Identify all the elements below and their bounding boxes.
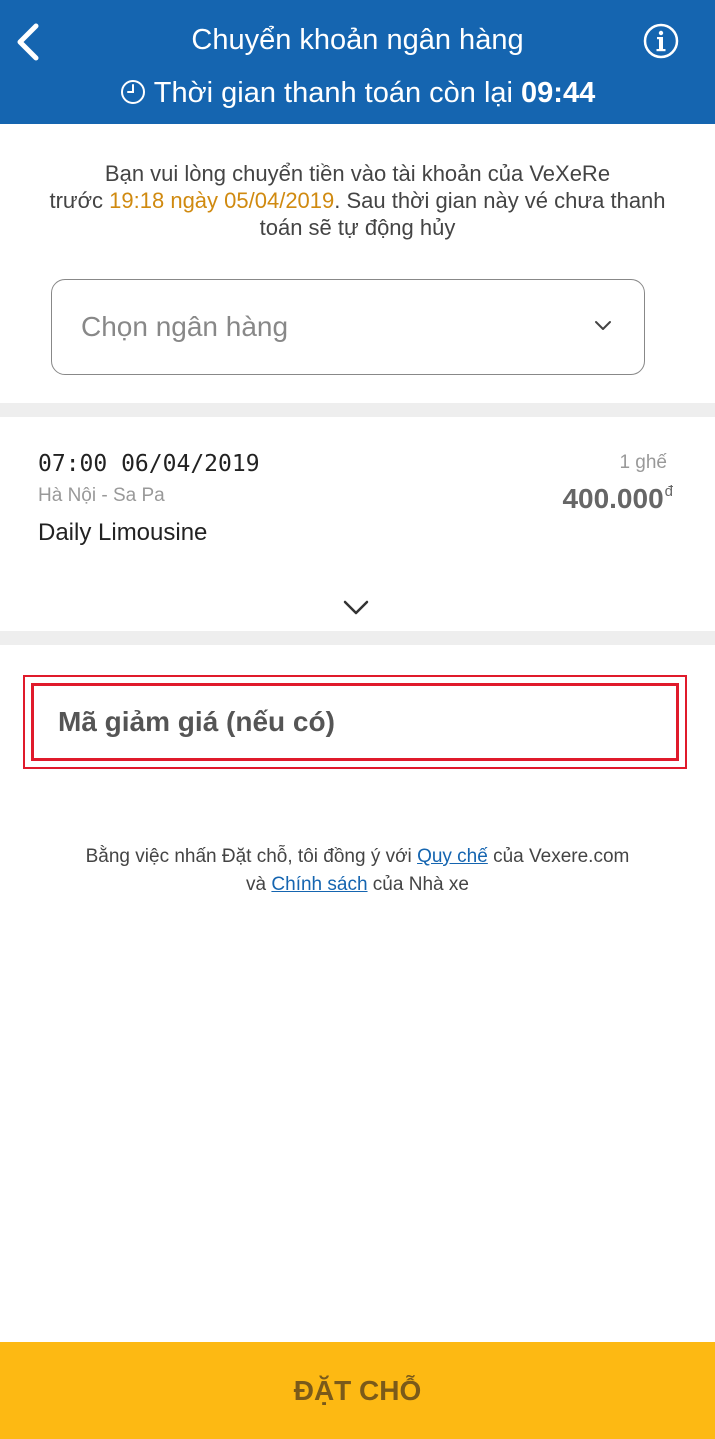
discount-highlight: [23, 675, 687, 769]
info-icon: [643, 23, 679, 59]
terms-link-chinh-sach[interactable]: Chính sách: [271, 874, 367, 895]
terms-line2-prefix: và: [246, 874, 272, 895]
section-divider: [0, 403, 715, 417]
notice-line1: Bạn vui lòng chuyển tiền vào tài khoản c…: [104, 161, 611, 186]
section-divider: [0, 631, 715, 645]
trip-company: Daily Limousine: [38, 519, 208, 546]
terms-middle: của Vexere.com: [487, 846, 630, 867]
payment-timer: Thời gian thanh toán còn lại 09:44: [0, 77, 715, 110]
book-button[interactable]: ĐẶT CHỖ: [0, 1342, 715, 1439]
info-button[interactable]: [642, 22, 680, 60]
bank-select-placeholder: Chọn ngân hàng: [81, 311, 289, 342]
trip-datetime: 07:00 06/04/2019: [38, 451, 260, 477]
timer-value: 09:44: [521, 77, 596, 109]
trip-route: Hà Nội - Sa Pa: [38, 485, 165, 506]
clock-icon: [120, 80, 145, 104]
trip-price: 400.000đ: [562, 483, 673, 515]
price-currency: đ: [664, 483, 673, 500]
seat-count: 1 ghế: [619, 452, 667, 473]
timer-label: Thời gian thanh toán còn lại: [153, 77, 513, 109]
expand-chevron-icon[interactable]: [343, 600, 369, 616]
discount-code-input[interactable]: [31, 683, 679, 761]
bank-select-dropdown[interactable]: Chọn ngân hàng: [51, 279, 645, 375]
terms-suffix: của Nhà xe: [367, 874, 469, 895]
price-value: 400.000: [562, 483, 664, 514]
terms-link-quy-che[interactable]: Quy chế: [417, 846, 488, 867]
notice-deadline: 19:18 ngày 05/04/2019: [109, 188, 335, 213]
terms-prefix: Bằng việc nhấn Đặt chỗ, tôi đồng ý với: [85, 846, 418, 867]
payment-notice: Bạn vui lòng chuyển tiền vào tài khoản c…: [40, 160, 675, 241]
terms-text: Bằng việc nhấn Đặt chỗ, tôi đồng ý với Q…: [20, 843, 695, 899]
notice-before: trước: [49, 188, 110, 213]
chevron-down-icon: [595, 321, 611, 330]
page-title: Chuyển khoản ngân hàng: [191, 24, 524, 56]
header-bar: Chuyển khoản ngân hàng Thời gian thanh t…: [0, 0, 715, 124]
